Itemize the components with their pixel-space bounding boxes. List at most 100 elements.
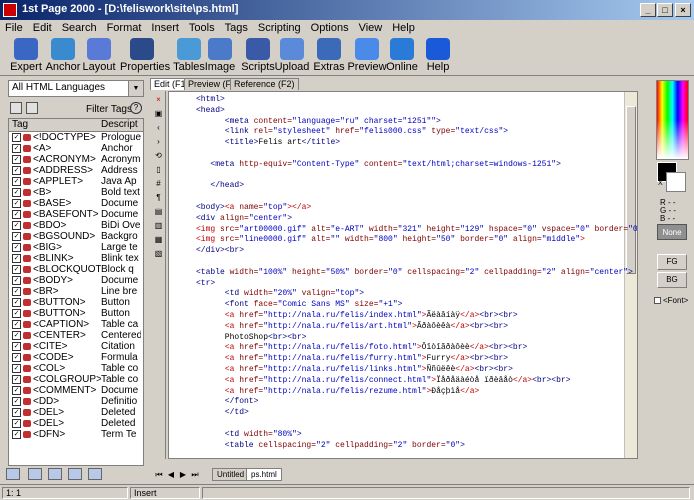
list-item[interactable]: ✓ <BIG> Large te xyxy=(9,242,143,253)
menu-tools[interactable]: Tools xyxy=(184,20,220,36)
column-tag[interactable]: Tag xyxy=(12,119,28,130)
tag-checkbox[interactable]: ✓ xyxy=(12,353,21,362)
tag-checkbox[interactable]: ✓ xyxy=(12,364,21,373)
tag-checkbox[interactable]: ✓ xyxy=(12,221,21,230)
gutter-tool-icon[interactable]: ▦ xyxy=(154,235,163,244)
doc-tab-ps-html[interactable]: ps.html xyxy=(246,468,282,481)
tag-checkbox[interactable]: ✓ xyxy=(12,188,21,197)
tag-checkbox[interactable]: ✓ xyxy=(12,298,21,307)
filter-tags-label[interactable]: Filter Tags xyxy=(86,104,132,115)
tag-checkbox[interactable]: ✓ xyxy=(12,232,21,241)
list-item[interactable]: ✓ <BGSOUND> Backgro xyxy=(9,231,143,242)
tag-checkbox[interactable]: ✓ xyxy=(12,386,21,395)
list-item[interactable]: ✓ <COMMENT> Docume xyxy=(9,385,143,396)
tools-panel-icon[interactable] xyxy=(88,468,102,480)
list-item[interactable]: ✓ <!DOCTYPE> Prologue xyxy=(9,132,143,143)
tag-checkbox[interactable]: ✓ xyxy=(12,166,21,175)
list-item[interactable]: ✓ <CITE> Citation xyxy=(9,341,143,352)
chevron-down-icon[interactable]: ▼ xyxy=(128,81,143,96)
gutter-tool-icon[interactable]: ‹ xyxy=(154,123,163,132)
help-button[interactable]: Help xyxy=(416,38,460,74)
menu-search[interactable]: Search xyxy=(57,20,102,36)
font-option[interactable]: <Font> xyxy=(654,296,688,305)
menu-edit[interactable]: Edit xyxy=(28,20,57,36)
app-icon[interactable] xyxy=(3,3,17,17)
list-item[interactable]: ✓ <CENTER> Centered xyxy=(9,330,143,341)
doc-tab-untitled[interactable]: Untitled xyxy=(212,468,250,481)
tag-checkbox[interactable]: ✓ xyxy=(12,155,21,164)
menu-view[interactable]: View xyxy=(354,20,388,36)
fg-button[interactable]: FG xyxy=(657,254,687,270)
layout-button[interactable]: Layout xyxy=(77,38,121,74)
list-item[interactable]: ✓ <COL> Table co xyxy=(9,363,143,374)
list-item[interactable]: ✓ <BLINK> Blink tex xyxy=(9,253,143,264)
tag-checkbox[interactable]: ✓ xyxy=(12,419,21,428)
menu-tags[interactable]: Tags xyxy=(220,20,253,36)
tag-checkbox[interactable]: ✓ xyxy=(12,243,21,252)
menu-scripting[interactable]: Scripting xyxy=(253,20,306,36)
gutter-tool-icon[interactable]: × xyxy=(154,95,163,104)
tag-checkbox[interactable]: ✓ xyxy=(12,133,21,142)
color-spectrum[interactable] xyxy=(656,80,689,160)
tag-checkbox[interactable]: ✓ xyxy=(12,331,21,340)
tag-checkbox[interactable]: ✓ xyxy=(12,408,21,417)
tag-checkbox[interactable]: ✓ xyxy=(12,320,21,329)
list-item[interactable]: ✓ <DEL> Deleted xyxy=(9,407,143,418)
menu-file[interactable]: File xyxy=(0,20,28,36)
tab-reference[interactable]: Reference (F2) xyxy=(230,78,299,90)
swap-colors-label[interactable]: X xyxy=(658,180,663,187)
tag-checkbox[interactable]: ✓ xyxy=(12,144,21,153)
properties-button[interactable]: Properties xyxy=(120,38,170,74)
previous-document-icon[interactable]: ◀ xyxy=(166,470,176,480)
tag-checkbox[interactable]: ✓ xyxy=(12,397,21,406)
list-item[interactable]: ✓ <APPLET> Java Ap xyxy=(9,176,143,187)
list-item[interactable]: ✓ <DEL> Deleted xyxy=(9,418,143,429)
minimize-button[interactable]: _ xyxy=(640,3,656,17)
gutter-tool-icon[interactable]: ⟲ xyxy=(154,151,163,160)
list-item[interactable]: ✓ <ADDRESS> Address xyxy=(9,165,143,176)
tag-checkbox[interactable]: ✓ xyxy=(12,254,21,263)
gutter-tool-icon[interactable]: ▤ xyxy=(154,207,163,216)
tag-checkbox[interactable]: ✓ xyxy=(12,309,21,318)
none-color-button[interactable]: None xyxy=(657,224,687,240)
maximize-button[interactable]: □ xyxy=(657,3,673,17)
language-select[interactable]: All HTML Languages ▼ xyxy=(8,80,144,97)
list-view-icon[interactable] xyxy=(26,102,38,114)
menu-options[interactable]: Options xyxy=(306,20,354,36)
tags-panel-icon[interactable] xyxy=(6,468,20,480)
menu-format[interactable]: Format xyxy=(102,20,147,36)
list-item[interactable]: ✓ <ACRONYM> Acronym xyxy=(9,154,143,165)
list-item[interactable]: ✓ <B> Bold text xyxy=(9,187,143,198)
clips-panel-icon[interactable] xyxy=(48,468,62,480)
tag-checkbox[interactable]: ✓ xyxy=(12,430,21,439)
list-item[interactable]: ✓ <BASEFONT> Docume xyxy=(9,209,143,220)
list-item[interactable]: ✓ <BR> Line bre xyxy=(9,286,143,297)
column-description[interactable]: Descript xyxy=(101,119,138,130)
gutter-tool-icon[interactable]: ¶ xyxy=(154,193,163,202)
list-item[interactable]: ✓ <BLOCKQUOTE>Block q xyxy=(9,264,143,275)
tag-checkbox[interactable]: ✓ xyxy=(12,265,21,274)
gutter-tool-icon[interactable]: # xyxy=(154,179,163,188)
list-item[interactable]: ✓ <BUTTON> Button xyxy=(9,308,143,319)
tag-checkbox[interactable]: ✓ xyxy=(12,199,21,208)
gutter-tool-icon[interactable]: ▯ xyxy=(154,165,163,174)
tag-checkbox[interactable]: ✓ xyxy=(12,276,21,285)
tag-checkbox[interactable]: ✓ xyxy=(12,210,21,219)
gutter-tool-icon[interactable]: ▧ xyxy=(154,249,163,258)
menu-insert[interactable]: Insert xyxy=(146,20,184,36)
font-checkbox[interactable] xyxy=(654,297,661,305)
first-document-icon[interactable]: ⏮ xyxy=(154,470,164,480)
gutter-tool-icon[interactable]: ▣ xyxy=(154,109,163,118)
tree-view-icon[interactable] xyxy=(10,102,22,114)
bg-button[interactable]: BG xyxy=(657,272,687,288)
last-document-icon[interactable]: ⏭ xyxy=(190,470,200,480)
tag-checkbox[interactable]: ✓ xyxy=(12,342,21,351)
list-item[interactable]: ✓ <BDO> BiDi Ove xyxy=(9,220,143,231)
next-document-icon[interactable]: ▶ xyxy=(178,470,188,480)
tag-checkbox[interactable]: ✓ xyxy=(12,287,21,296)
gutter-tool-icon[interactable]: › xyxy=(154,137,163,146)
list-item[interactable]: ✓ <A> Anchor xyxy=(9,143,143,154)
list-item[interactable]: ✓ <BASE> Docume xyxy=(9,198,143,209)
background-swatch[interactable] xyxy=(666,172,686,192)
files-panel-icon[interactable] xyxy=(28,468,42,480)
